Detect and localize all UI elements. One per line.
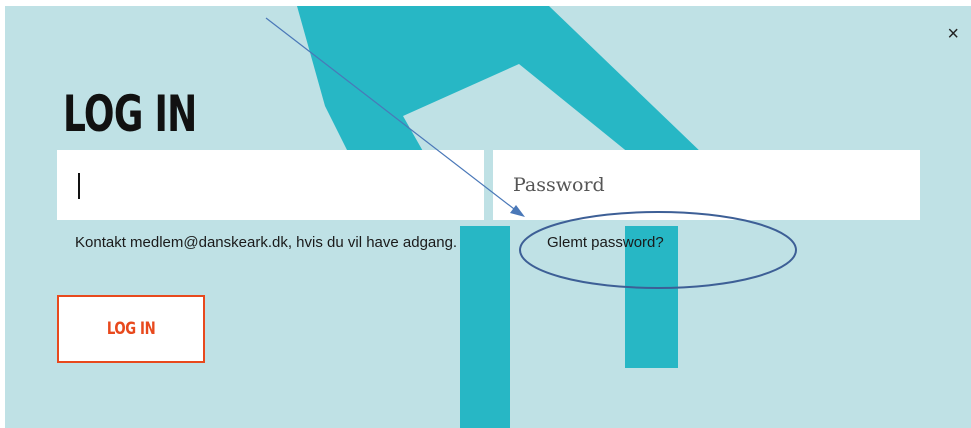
- forgot-password-link[interactable]: Glemt password?: [547, 234, 664, 251]
- page: × LOG IN Kontakt medlem@danskeark.dk, hv…: [0, 0, 971, 428]
- password-input[interactable]: [493, 150, 920, 220]
- login-button-label: LOG IN: [106, 319, 156, 339]
- logo-shape-left-leg: [460, 226, 510, 428]
- text-cursor: [78, 173, 80, 199]
- login-button[interactable]: LOG IN: [57, 295, 205, 363]
- access-hint-text: Kontakt medlem@danskeark.dk, hvis du vil…: [75, 234, 458, 251]
- username-input[interactable]: [57, 150, 484, 220]
- page-title: LOG IN: [63, 85, 197, 143]
- close-button[interactable]: ×: [947, 24, 959, 44]
